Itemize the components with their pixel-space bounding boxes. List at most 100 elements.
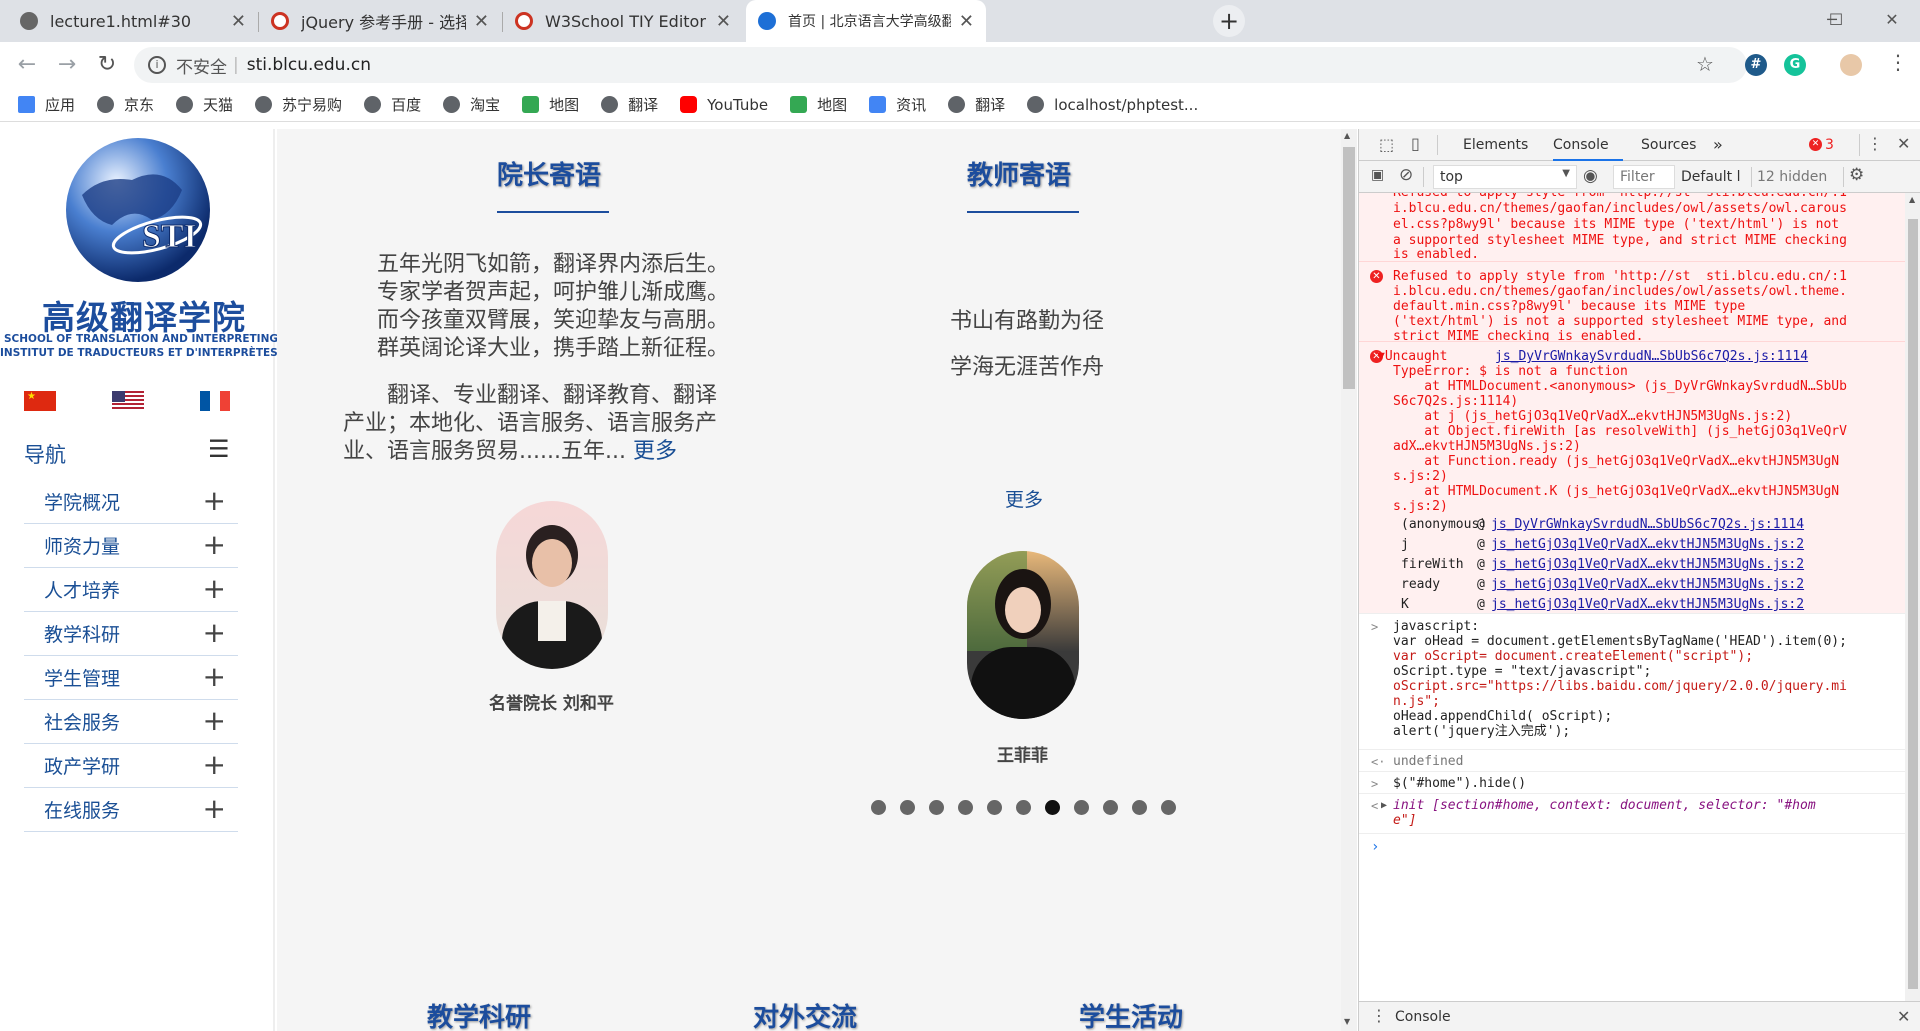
close-tab-icon[interactable]: ✕ — [231, 11, 246, 32]
carousel-dot[interactable] — [1074, 800, 1089, 815]
teacher-more-link[interactable]: 更多 — [1005, 485, 1043, 512]
device-toggle-icon[interactable]: ▯ — [1411, 134, 1420, 153]
nav-item[interactable]: 教学科研 + — [24, 612, 238, 656]
url-text[interactable]: sti.blcu.edu.cn — [247, 55, 371, 75]
bookmark-youtube[interactable]: YouTube — [680, 96, 768, 114]
bookmark-item[interactable]: 淘宝 — [443, 94, 500, 115]
nav-item[interactable]: 社会服务 + — [24, 700, 238, 744]
usa-flag-icon[interactable] — [112, 391, 144, 411]
nav-item[interactable]: 在线服务 + — [24, 788, 238, 832]
scroll-thumb[interactable] — [1908, 219, 1918, 989]
carousel-dot[interactable] — [958, 800, 973, 815]
close-devtools-icon[interactable]: ✕ — [1897, 134, 1910, 153]
nav-item[interactable]: 政产学研 + — [24, 744, 238, 788]
close-tab-icon[interactable]: ✕ — [474, 11, 489, 32]
carousel-dot[interactable] — [900, 800, 915, 815]
plus-icon[interactable]: + — [203, 663, 226, 691]
drawer-menu-icon[interactable]: ⋮ — [1371, 1006, 1387, 1025]
stack-link[interactable]: js_hetGjO3q1VeQrVadX…ekvtHJN5M3UgNs.js:2 — [1491, 536, 1804, 554]
stack-link[interactable]: js_hetGjO3q1VeQrVadX…ekvtHJN5M3UgNs.js:2 — [1491, 596, 1804, 614]
context-select[interactable]: top ▼ — [1433, 165, 1577, 189]
hamburger-icon[interactable]: ☰ — [208, 435, 230, 463]
clear-console-icon[interactable]: ⊘ — [1399, 165, 1413, 185]
nav-item[interactable]: 人才培养 + — [24, 568, 238, 612]
nav-item[interactable]: 师资力量 + — [24, 524, 238, 568]
filter-input[interactable]: Filter — [1613, 165, 1675, 189]
plus-icon[interactable]: + — [203, 795, 226, 823]
menu-icon[interactable]: ⋮ — [1888, 50, 1908, 74]
new-tab-button[interactable]: + — [1213, 5, 1245, 37]
bookmark-item[interactable]: 资讯 — [869, 94, 926, 115]
minimize-button-2[interactable] — [1752, 0, 1808, 40]
tab-console[interactable]: Console — [1553, 129, 1623, 161]
carousel-dot[interactable] — [929, 800, 944, 815]
extension-hash-icon[interactable]: # — [1745, 54, 1767, 76]
france-flag-icon[interactable] — [200, 391, 230, 411]
plus-icon[interactable]: + — [203, 487, 226, 515]
china-flag-icon[interactable]: ★ — [24, 391, 56, 411]
carousel-dot[interactable] — [871, 800, 886, 815]
scroll-thumb[interactable] — [1343, 147, 1355, 389]
forward-icon[interactable]: → — [50, 48, 84, 82]
profile-avatar[interactable] — [1840, 54, 1862, 76]
bookmark-item[interactable]: 地图 — [522, 94, 579, 115]
stack-link[interactable]: js_hetGjO3q1VeQrVadX…ekvtHJN5M3UgNs.js:2 — [1491, 576, 1804, 594]
address-bar[interactable]: i 不安全 | sti.blcu.edu.cn — [134, 47, 1747, 83]
plus-icon[interactable]: + — [203, 707, 226, 735]
bookmark-item[interactable]: 翻译 — [948, 94, 1005, 115]
bookmark-apps[interactable]: 应用 — [18, 94, 75, 115]
bookmark-item[interactable]: 翻译 — [601, 94, 658, 115]
bookmark-item[interactable]: 天猫 — [176, 94, 233, 115]
bookmark-item[interactable]: 京东 — [97, 94, 154, 115]
carousel-dot[interactable] — [1132, 800, 1147, 815]
reload-icon[interactable]: ↻ — [90, 48, 124, 82]
bookmark-item[interactable]: 地图 — [790, 94, 847, 115]
settings-gear-icon[interactable]: ⚙ — [1849, 165, 1864, 185]
stack-link[interactable]: js_hetGjO3q1VeQrVadX…ekvtHJN5M3UgNs.js:2 — [1491, 556, 1804, 574]
nav-item[interactable]: 学生管理 + — [24, 656, 238, 700]
close-tab-icon[interactable]: ✕ — [959, 11, 974, 32]
carousel-dot[interactable] — [1161, 800, 1176, 815]
close-tab-icon[interactable]: ✕ — [716, 11, 731, 32]
sidebar-toggle-icon[interactable]: ▣ — [1371, 167, 1384, 183]
carousel-dot[interactable] — [1103, 800, 1118, 815]
nav-item[interactable]: 学院概况 + — [24, 480, 238, 524]
bookmark-item[interactable]: localhost/phptest... — [1027, 96, 1198, 114]
more-tabs-icon[interactable]: » — [1713, 135, 1723, 154]
grammarly-icon[interactable]: G — [1784, 54, 1806, 76]
devtools-menu-icon[interactable]: ⋮ — [1867, 134, 1883, 153]
page-scrollbar[interactable]: ▲ ▼ — [1341, 129, 1357, 1031]
bookmark-item[interactable]: 百度 — [364, 94, 421, 115]
inspect-icon[interactable]: ⬚ — [1379, 135, 1394, 154]
tab-blcu[interactable]: 首页 | 北京语言大学高级翻译学院 ✕ — [746, 0, 986, 42]
carousel-dot[interactable] — [1045, 800, 1060, 815]
tab-elements[interactable]: Elements — [1463, 137, 1528, 153]
sti-logo[interactable]: STI — [62, 135, 214, 285]
log-levels-select[interactable]: Default l — [1681, 169, 1741, 185]
carousel-dot[interactable] — [987, 800, 1002, 815]
stack-link[interactable]: js_DyVrGWnkaySvrdudN…SbUbS6c7Q2s.js:1114 — [1491, 516, 1804, 534]
plus-icon[interactable]: + — [203, 751, 226, 779]
tab-lecture[interactable]: lecture1.html#30 ✕ — [8, 0, 258, 42]
dean-more-link[interactable]: 更多 — [633, 439, 677, 464]
teacher-heading: 教师寄语 — [967, 161, 1072, 191]
bookmark-star-icon[interactable]: ☆ — [1696, 52, 1714, 76]
plus-icon[interactable]: + — [203, 575, 226, 603]
tab-w3school[interactable]: W3School TIY Editor ✕ — [503, 0, 743, 42]
plus-icon[interactable]: + — [203, 531, 226, 559]
tab-jquery[interactable]: jQuery 参考手册 - 选择器 ✕ — [259, 0, 501, 42]
eye-icon[interactable]: ◉ — [1583, 166, 1598, 186]
back-icon[interactable]: ← — [10, 48, 44, 82]
carousel-dot[interactable] — [1016, 800, 1031, 815]
console-prompt[interactable]: › — [1359, 833, 1905, 857]
plus-icon[interactable]: + — [203, 619, 226, 647]
maximize-button[interactable]: ☐ — [1808, 0, 1864, 40]
close-drawer-icon[interactable]: ✕ — [1897, 1007, 1910, 1026]
info-icon[interactable]: i — [148, 56, 166, 74]
tab-sources[interactable]: Sources — [1641, 137, 1696, 153]
console-scrollbar[interactable]: ▲ — [1905, 193, 1920, 1001]
drawer-tab-console[interactable]: Console — [1395, 1009, 1451, 1025]
close-window-button[interactable]: ✕ — [1864, 0, 1920, 40]
bookmark-item[interactable]: 苏宁易购 — [255, 94, 342, 115]
error-count[interactable]: 3 — [1825, 137, 1834, 153]
